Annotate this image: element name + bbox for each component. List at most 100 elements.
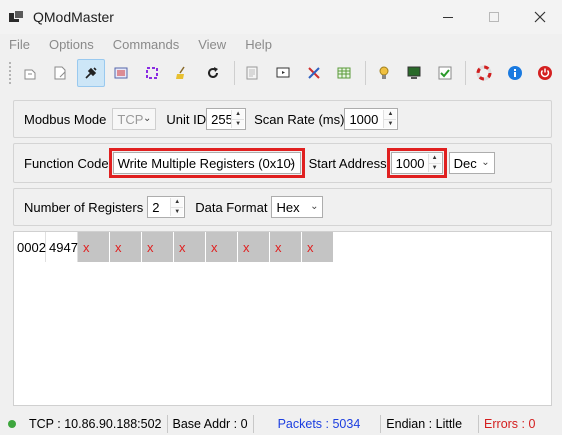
bus-monitor-icon — [114, 67, 128, 79]
unit-id-spinbox[interactable]: 255 ▲ ▼ — [206, 108, 247, 130]
terminal-icon — [407, 66, 421, 79]
plug-button[interactable] — [77, 59, 105, 87]
status-connection: TCP : 10.86.90.188:502 — [24, 414, 168, 433]
register-cell-empty[interactable]: x — [270, 232, 302, 262]
start-address-stepper[interactable]: ▲ ▼ — [427, 154, 441, 172]
clear-button[interactable] — [169, 59, 197, 87]
step-down-icon[interactable]: ▼ — [171, 206, 184, 216]
settings-icon — [379, 66, 389, 79]
refresh-button[interactable] — [199, 59, 227, 87]
menu-bar: File Options Commands View Help — [0, 34, 562, 54]
info-button[interactable] — [501, 59, 529, 87]
register-cell-empty[interactable]: x — [78, 232, 110, 262]
register-cell-empty[interactable]: x — [174, 232, 206, 262]
step-up-icon[interactable]: ▲ — [384, 110, 397, 119]
help-button[interactable] — [470, 59, 498, 87]
menu-view[interactable]: View — [193, 37, 231, 52]
step-down-icon[interactable]: ▼ — [428, 162, 441, 172]
connect-icon — [24, 69, 36, 80]
scan-rate-spinbox[interactable]: 1000 ▲ ▼ — [344, 108, 399, 130]
plug-icon — [85, 67, 97, 79]
minimize-button[interactable] — [426, 0, 470, 34]
step-up-icon[interactable]: ▲ — [428, 154, 441, 163]
step-up-icon[interactable]: ▲ — [232, 110, 245, 119]
maximize-icon — [489, 12, 499, 22]
document-button[interactable] — [239, 59, 267, 87]
toolbar-grip[interactable] — [8, 61, 12, 85]
checklist-icon — [438, 66, 452, 80]
screen-button[interactable] — [269, 59, 297, 87]
terminal-button[interactable] — [400, 59, 428, 87]
menu-commands[interactable]: Commands — [108, 37, 184, 52]
step-down-icon[interactable]: ▼ — [384, 118, 397, 128]
screen-icon — [276, 67, 290, 78]
checklist-button[interactable] — [431, 59, 459, 87]
register-cell-empty[interactable]: x — [238, 232, 270, 262]
disconnect-button[interactable] — [46, 59, 74, 87]
close-button[interactable] — [518, 0, 562, 34]
table-button[interactable] — [330, 59, 358, 87]
function-code-select[interactable]: Write Multiple Registers (0x10) ⌄ — [108, 148, 305, 178]
toolbar — [0, 56, 562, 90]
register-cell-empty[interactable]: x — [302, 232, 334, 262]
register-cell-empty[interactable]: x — [206, 232, 238, 262]
refresh-icon — [207, 67, 218, 78]
address-format-value: Dec — [453, 155, 477, 171]
modbus-mode-label: Modbus Mode — [24, 111, 107, 127]
chevron-down-icon: ⌄ — [143, 113, 152, 124]
number-of-registers-value: 2 — [152, 199, 160, 215]
number-of-registers-label: Number of Registers — [24, 199, 144, 215]
connect-button[interactable] — [16, 59, 44, 87]
register-cell[interactable]: 4947 — [46, 232, 78, 262]
tools-button[interactable] — [300, 59, 328, 87]
modbus-mode-select[interactable]: TCP ⌄ — [112, 108, 157, 130]
scan-button[interactable] — [138, 59, 166, 87]
help-icon — [476, 65, 492, 81]
step-up-icon[interactable]: ▲ — [171, 198, 184, 207]
clear-icon — [176, 66, 186, 79]
scan-rate-value: 1000 — [349, 111, 379, 127]
register-cell-empty[interactable]: x — [142, 232, 174, 262]
chevron-down-icon: ⌄ — [481, 157, 490, 168]
app-icon — [9, 10, 25, 24]
number-of-registers-spinbox[interactable]: 2 ▲ ▼ — [147, 196, 186, 218]
settings-button[interactable] — [370, 59, 398, 87]
register-cell[interactable]: 0002 — [14, 232, 46, 262]
toolbar-separator — [364, 61, 366, 85]
toolbar-separator — [233, 61, 235, 85]
mode-panel: Modbus Mode TCP ⌄ Unit ID 255 ▲ ▼ Scan Ra… — [13, 100, 552, 138]
menu-file[interactable]: File — [4, 37, 35, 52]
bus-monitor-button[interactable] — [108, 59, 136, 87]
document-icon — [246, 66, 258, 80]
function-code-value: Write Multiple Registers (0x10) — [117, 155, 296, 171]
title-bar: QModMaster — [0, 0, 562, 34]
modbus-mode-value: TCP — [117, 111, 144, 127]
chevron-down-icon: ⌄ — [287, 157, 296, 168]
exit-button[interactable] — [531, 59, 559, 87]
maximize-button[interactable] — [472, 0, 516, 34]
status-endian: Endian : Little — [381, 414, 480, 433]
data-format-select[interactable]: Hex ⌄ — [271, 196, 324, 218]
scan-rate-stepper[interactable]: ▲ ▼ — [383, 110, 397, 128]
tools-icon — [307, 67, 320, 79]
registers-panel: Number of Registers 2 ▲ ▼ Data Format Hex… — [13, 188, 552, 226]
minimize-icon — [443, 16, 453, 18]
scan-rate-label: Scan Rate (ms) — [254, 111, 345, 127]
close-icon — [534, 11, 546, 23]
step-down-icon[interactable]: ▼ — [232, 118, 245, 128]
register-cell-empty[interactable]: x — [110, 232, 142, 262]
status-bar: TCP : 10.86.90.188:502 Base Addr : 0 Pac… — [0, 412, 562, 435]
scan-icon — [145, 67, 158, 79]
number-of-registers-stepper[interactable]: ▲ ▼ — [170, 198, 184, 216]
menu-options[interactable]: Options — [44, 37, 99, 52]
address-format-select[interactable]: Dec ⌄ — [448, 152, 495, 174]
status-base-addr: Base Addr : 0 — [168, 414, 254, 433]
unit-id-stepper[interactable]: ▲ ▼ — [231, 110, 245, 128]
table-icon — [337, 67, 351, 79]
start-address-spinbox[interactable]: 1000 ▲ ▼ — [386, 148, 447, 178]
start-address-value: 1000 — [395, 155, 425, 171]
data-format-label: Data Format — [195, 199, 268, 215]
unit-id-label: Unit ID — [166, 111, 207, 127]
exit-icon — [538, 66, 553, 80]
menu-help[interactable]: Help — [240, 37, 277, 52]
